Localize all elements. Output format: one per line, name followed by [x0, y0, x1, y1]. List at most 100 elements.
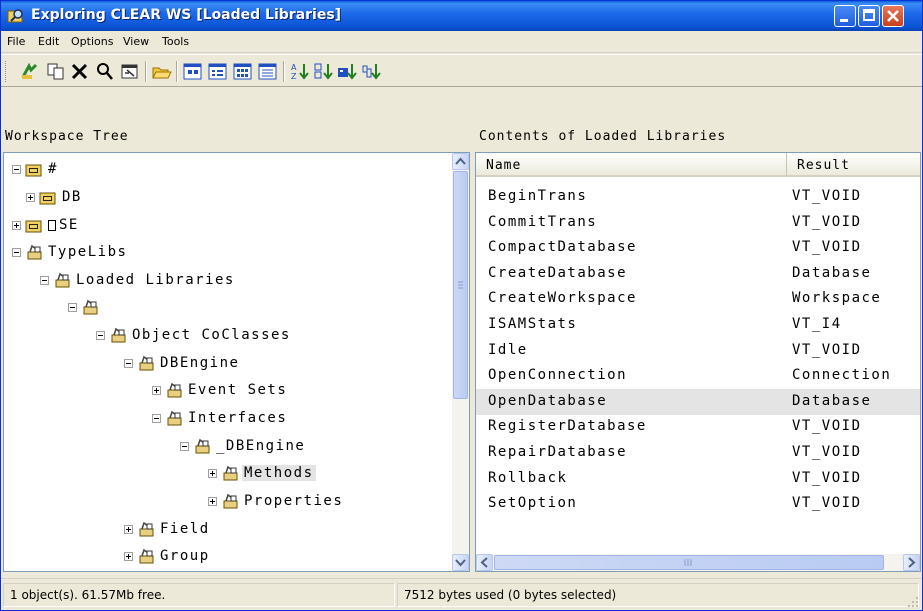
maximize-button[interactable] — [858, 5, 880, 27]
sort-descending-icon[interactable] — [313, 61, 335, 82]
list-row[interactable]: ISAMStats VT_I4 — [476, 312, 920, 338]
expand-plus-icon[interactable] — [208, 497, 217, 506]
collapse-minus-icon[interactable] — [12, 248, 21, 257]
menu-options[interactable]: Options — [71, 35, 113, 48]
scroll-right-button[interactable] — [903, 554, 920, 571]
tree-node-label[interactable]: SE — [57, 217, 81, 233]
tree-node-label[interactable]: Interfaces — [186, 410, 289, 426]
column-header-name[interactable]: Name — [476, 153, 786, 177]
tree-node-label[interactable]: _DBEngine — [214, 438, 307, 454]
typelib-icon — [137, 521, 155, 537]
resize-grip-icon[interactable] — [907, 596, 919, 608]
list-view-icon[interactable] — [232, 61, 254, 82]
expand-plus-icon[interactable] — [124, 552, 133, 561]
list-scroll-thumb[interactable] — [494, 555, 884, 570]
sort-by-type-icon[interactable] — [337, 61, 359, 82]
method-result-type: Workspace — [792, 290, 882, 307]
tree-node-label[interactable]: TypeLibs — [46, 244, 129, 260]
list-row[interactable]: CreateWorkspace Workspace — [476, 286, 920, 312]
method-name: BeginTrans — [488, 188, 588, 204]
tree-node-label[interactable]: Event Sets — [186, 382, 289, 398]
title-bar[interactable]: Exploring CLEAR WS [Loaded Libraries] — [1, 1, 922, 31]
minimize-button[interactable] — [834, 5, 856, 27]
list-row[interactable]: SetOption VT_VOID — [476, 491, 920, 517]
workspace-tree-title: Workspace Tree — [5, 129, 129, 144]
tree-node-label[interactable]: DB — [60, 189, 84, 205]
find-icon[interactable] — [94, 61, 116, 82]
tree-node-label[interactable]: Object CoClasses — [130, 327, 293, 343]
folder-icon — [25, 161, 43, 177]
typelib-icon — [53, 272, 71, 288]
contents-title: Contents of Loaded Libraries — [479, 129, 727, 144]
sort-by-size-icon[interactable] — [361, 61, 383, 82]
toolbar-grip[interactable] — [5, 61, 8, 82]
collapse-minus-icon[interactable] — [180, 442, 189, 451]
list-row[interactable]: OpenConnection Connection — [476, 363, 920, 389]
tree-node-label[interactable]: Group — [158, 548, 212, 564]
list-row[interactable]: BeginTrans VT_VOID — [476, 184, 920, 210]
collapse-minus-icon[interactable] — [68, 303, 77, 312]
tree-node-label[interactable]: # — [46, 161, 60, 177]
tree-node-label[interactable]: Properties — [242, 493, 345, 509]
scroll-left-button[interactable] — [476, 554, 493, 571]
list-row[interactable]: CreateDatabase Database — [476, 261, 920, 287]
tree-node-label[interactable]: Field — [158, 521, 212, 537]
menu-edit[interactable]: Edit — [38, 35, 59, 48]
open-folder-icon[interactable] — [151, 61, 173, 82]
expand-plus-icon[interactable] — [208, 469, 217, 478]
list-row[interactable]: RepairDatabase VT_VOID — [476, 440, 920, 466]
workspace-tree[interactable]: # DB SE TypeLibs Loaded Libraries Object CoCl… — [3, 152, 470, 572]
scroll-down-button[interactable] — [452, 554, 469, 571]
scroll-up-button[interactable] — [452, 153, 469, 170]
expand-plus-icon[interactable] — [12, 221, 21, 230]
list-row[interactable]: Rollback VT_VOID — [476, 466, 920, 492]
method-result-type: VT_VOID — [792, 239, 862, 256]
typelib-icon — [137, 355, 155, 371]
tree-node-label[interactable]: DBEngine — [158, 355, 241, 371]
small-icons-view-icon[interactable] — [207, 61, 229, 82]
tree-node-label[interactable]: Loaded Libraries — [74, 272, 237, 288]
collapse-minus-icon[interactable] — [124, 359, 133, 368]
delete-icon[interactable] — [69, 61, 91, 82]
close-button[interactable] — [882, 5, 904, 27]
expand-plus-icon[interactable] — [26, 193, 35, 202]
method-name: Idle — [488, 341, 528, 358]
list-row[interactable]: Idle VT_VOID — [476, 338, 920, 364]
typelib-icon — [221, 465, 239, 481]
unknown-glyph-box-icon — [48, 220, 56, 231]
up-folder-icon[interactable] — [19, 61, 41, 82]
folder-icon — [25, 217, 43, 233]
list-row[interactable]: OpenDatabase Database — [476, 388, 920, 415]
explorer-window: Exploring CLEAR WS [Loaded Libraries] Fi… — [0, 0, 923, 611]
collapse-minus-icon[interactable] — [40, 276, 49, 285]
method-result-type: VT_VOID — [792, 444, 862, 460]
menu-view[interactable]: View — [123, 35, 149, 48]
list-row[interactable]: RegisterDatabase VT_VOID — [476, 414, 920, 440]
list-horizontal-scrollbar[interactable] — [476, 554, 920, 571]
method-name: ISAMStats — [488, 316, 578, 332]
details-view-icon[interactable] — [257, 61, 279, 82]
menu-bar: File Edit Options View Tools — [1, 31, 922, 53]
tree-vertical-scrollbar[interactable] — [452, 153, 469, 571]
expand-plus-icon[interactable] — [152, 386, 161, 395]
large-icons-view-icon[interactable] — [182, 61, 204, 82]
list-row[interactable]: CompactDatabase VT_VOID — [476, 235, 920, 261]
expand-plus-icon[interactable] — [124, 525, 133, 534]
tree-scroll-thumb[interactable] — [453, 171, 468, 399]
menu-tools[interactable]: Tools — [162, 35, 189, 48]
method-result-type: VT_VOID — [792, 188, 862, 204]
column-header-result[interactable]: Result — [786, 153, 920, 177]
status-free-memory: 1 object(s). 61.57Mb free. — [3, 583, 395, 607]
list-row[interactable]: CommitTrans VT_VOID — [476, 210, 920, 236]
menu-file[interactable]: File — [7, 35, 25, 48]
copy-icon[interactable] — [45, 61, 67, 82]
sort-ascending-icon[interactable]: AZ — [289, 61, 311, 82]
properties-icon[interactable] — [119, 61, 141, 82]
collapse-minus-icon[interactable] — [12, 165, 21, 174]
collapse-minus-icon[interactable] — [152, 414, 161, 423]
typelib-icon — [81, 299, 99, 315]
collapse-minus-icon[interactable] — [96, 331, 105, 340]
contents-list[interactable]: Name Result BeginTrans VT_VOID CommitTrans… — [475, 152, 921, 572]
tree-node-label[interactable]: Methods — [242, 465, 316, 481]
typelib-icon — [193, 438, 211, 454]
